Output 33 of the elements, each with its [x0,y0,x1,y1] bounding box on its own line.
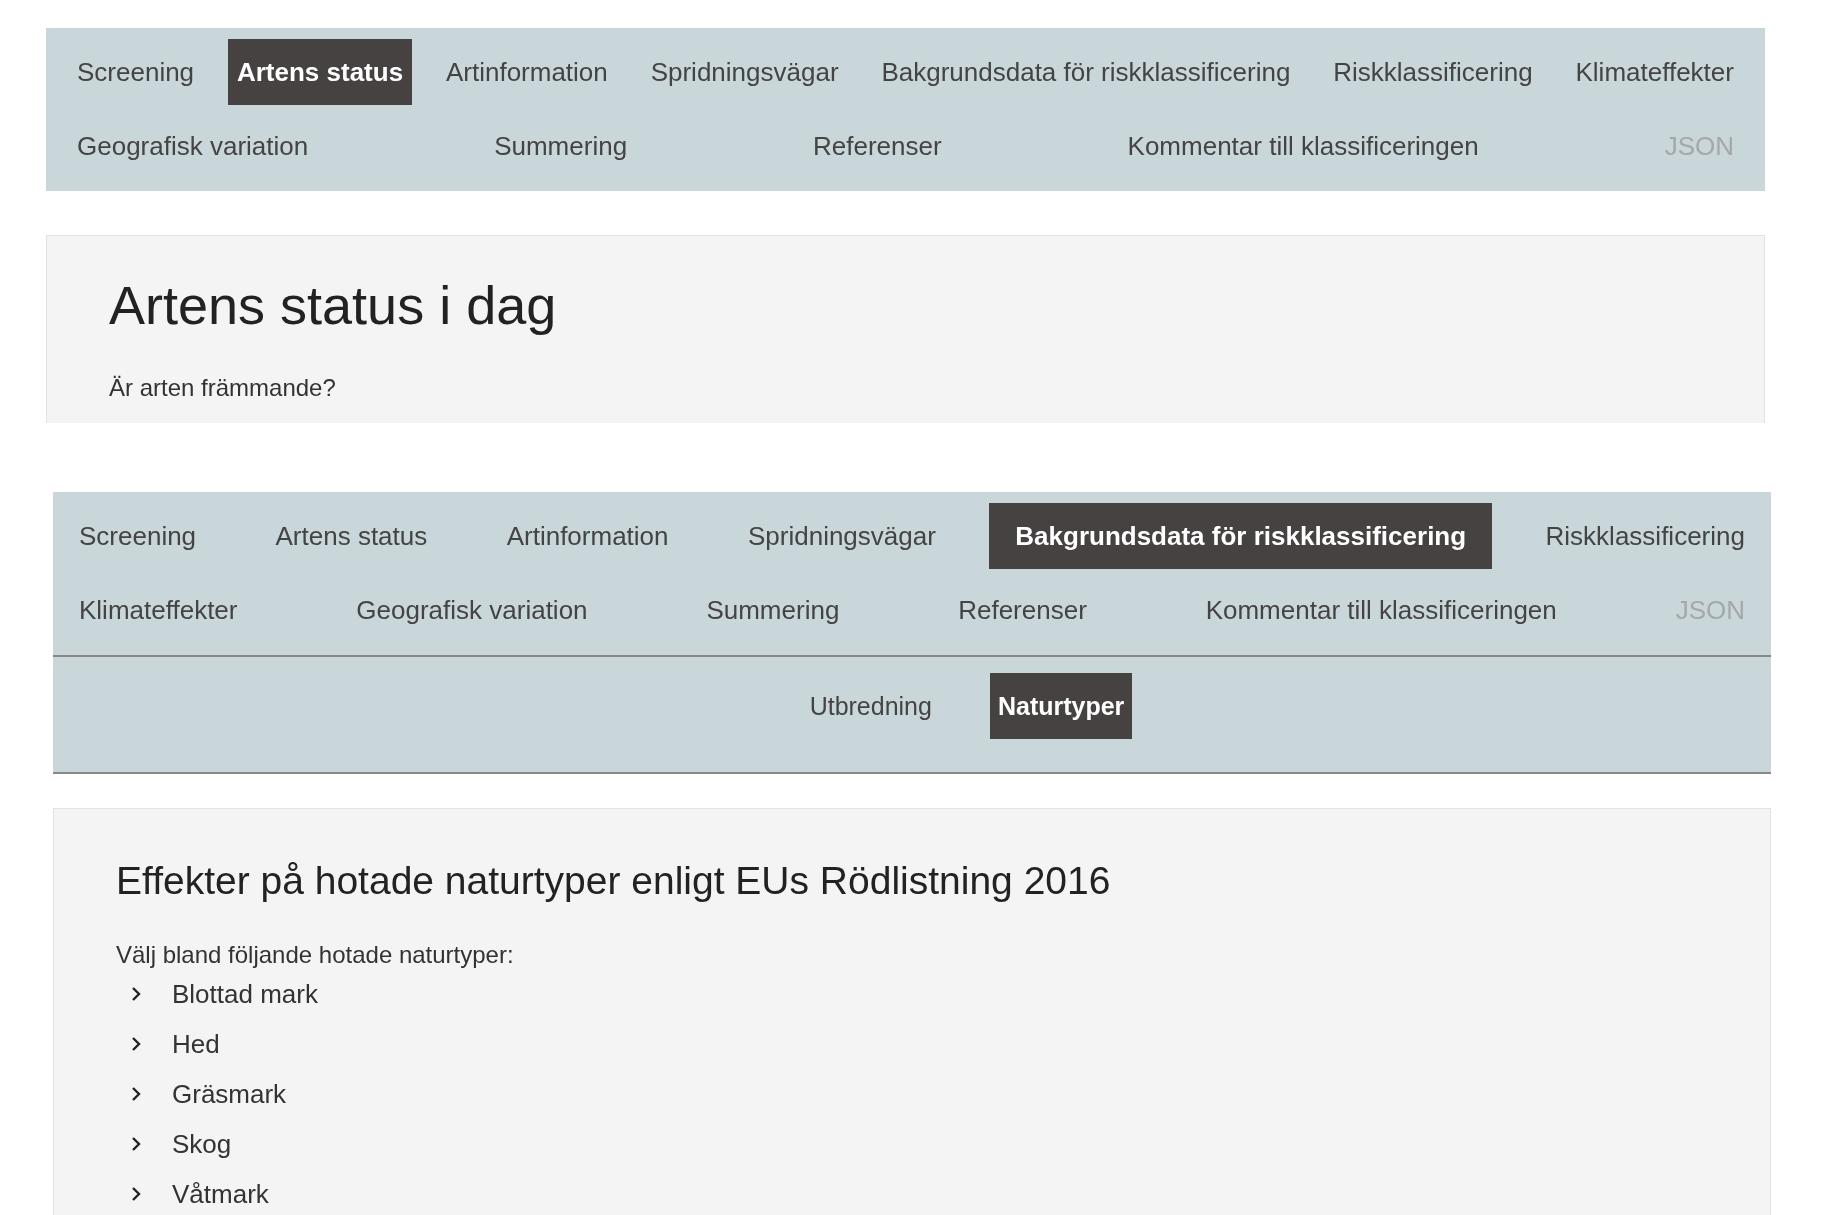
habitat-item[interactable]: Blottad mark [172,978,318,1010]
tab[interactable]: Bakgrundsdata för riskklassificering [989,503,1493,569]
tab[interactable]: Referenser [932,577,1113,643]
question-text: Är arten främmande? [109,374,337,402]
section-title: Effekter på hotade naturtyper enligt EUs Rödlistning 2016 [116,859,1112,903]
tab[interactable]: Spridningsvägar [721,503,962,569]
habitat-item[interactable]: Våtmark [172,1178,269,1210]
tab[interactable]: Riskklassificering [1324,39,1542,105]
section-title: Artens status i dag [109,274,558,336]
habitat-item[interactable]: Skog [172,1128,232,1160]
tab[interactable]: Spridningsvägar [641,39,848,105]
tab[interactable]: Klimateffekter [1566,39,1743,105]
tab[interactable]: Screening [68,39,204,105]
tab[interactable]: Kommentar till klassificeringen [1179,577,1583,643]
sub-tab[interactable]: Naturtyper [989,673,1133,739]
tab[interactable]: Artinformation [436,39,617,105]
tab[interactable]: Referenser [804,113,951,179]
tab[interactable]: Artinformation [480,503,695,569]
tab[interactable]: Klimateffekter [53,577,264,643]
tab[interactable]: Summering [680,577,866,643]
tab[interactable]: Geografisk variation [330,577,614,643]
tab[interactable]: Bakgrundsdata för riskklassificering [872,39,1300,105]
tab[interactable]: Artens status [227,39,413,105]
sub-tab[interactable]: Utbredning [801,673,940,739]
tab[interactable]: Screening [53,503,223,569]
tab[interactable]: Summering [485,113,637,179]
tab[interactable]: Artens status [249,503,454,569]
tab[interactable]: Riskklassificering [1519,503,1771,569]
tab[interactable]: Geografisk variation [68,113,318,179]
habitat-item[interactable]: Hed [172,1028,220,1060]
prompt-text: Välj bland följande hotade naturtyper: [116,941,515,969]
tab[interactable]: Kommentar till klassificeringen [1118,113,1488,179]
habitat-item[interactable]: Gräsmark [172,1078,287,1110]
